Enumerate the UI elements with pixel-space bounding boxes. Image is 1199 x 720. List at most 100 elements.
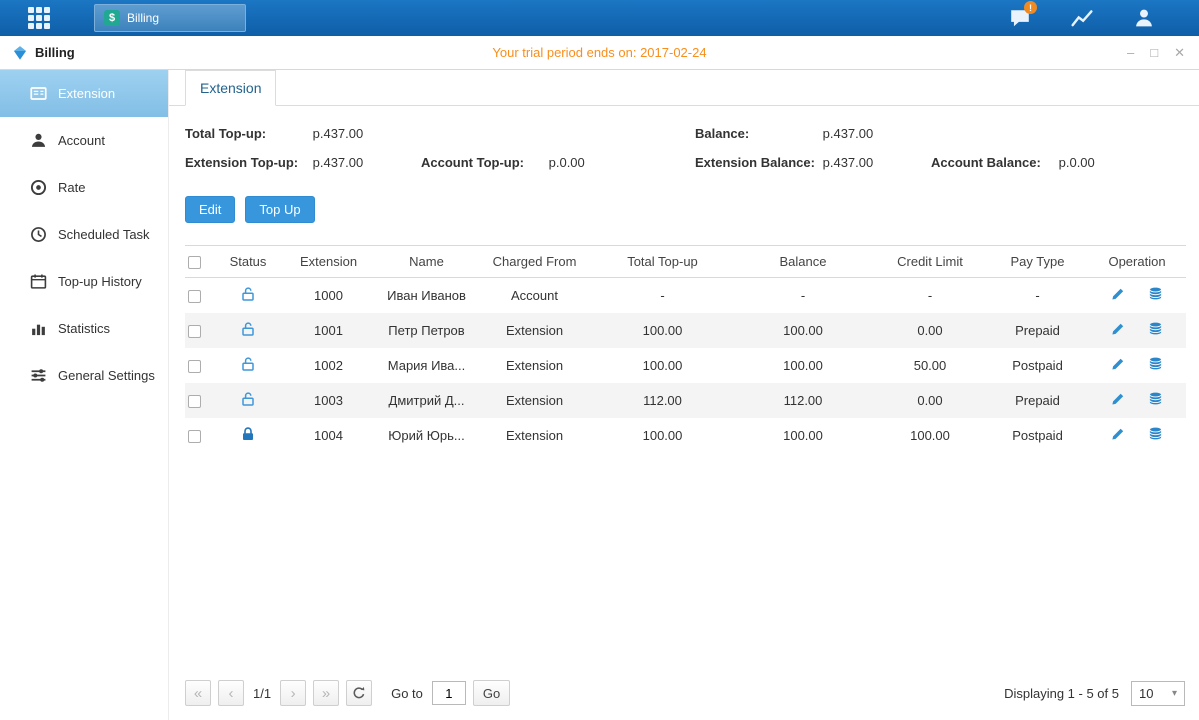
sidebar-item-general-settings[interactable]: General Settings — [0, 352, 168, 399]
summary-account-balance: Account Balance: p.0.00 — [931, 155, 1185, 170]
minimize-icon[interactable]: – — [1127, 46, 1134, 59]
topbar-right-icons: ! — [1007, 6, 1157, 30]
edit-icon[interactable] — [1110, 286, 1126, 302]
topup-icon[interactable] — [1148, 356, 1164, 372]
topbar-billing-tab-label: Billing — [127, 11, 159, 25]
summary-value: p.437.00 — [313, 155, 364, 170]
summary-label: Total Top-up: — [185, 126, 309, 141]
cell-extension: 1004 — [281, 418, 376, 453]
summary-value: p.437.00 — [823, 126, 874, 141]
row-checkbox[interactable] — [188, 325, 201, 338]
table-row: 1003 Дмитрий Д... Extension 112.00 112.0… — [185, 383, 1186, 418]
cell-pay-type: - — [987, 278, 1088, 313]
column-header-name: Name — [376, 246, 477, 278]
page-size-select[interactable]: 10 ▾ — [1131, 681, 1185, 706]
goto-label: Go to — [391, 686, 423, 701]
edit-button[interactable]: Edit — [185, 196, 235, 223]
unlocked-icon — [240, 321, 256, 337]
sidebar-item-account[interactable]: Account — [0, 117, 168, 164]
sliders-icon — [30, 367, 47, 384]
select-all-checkbox[interactable] — [188, 256, 201, 269]
maximize-icon[interactable]: □ — [1150, 46, 1158, 59]
sidebar-item-label: Statistics — [58, 321, 110, 336]
tab-extension[interactable]: Extension — [185, 70, 276, 106]
messages-icon[interactable]: ! — [1007, 6, 1033, 30]
edit-icon[interactable] — [1110, 321, 1126, 337]
bar-chart-icon — [30, 320, 47, 337]
table-row: 1000 Иван Иванов Account - - - - — [185, 278, 1186, 313]
pagination-bar: « ‹ 1/1 › » Go to Go Displaying 1 - 5 of… — [185, 680, 1185, 706]
app-launcher-icon[interactable] — [28, 7, 50, 29]
column-header-charged-from: Charged From — [477, 246, 592, 278]
close-icon[interactable]: ✕ — [1174, 46, 1185, 59]
top-up-button[interactable]: Top Up — [245, 196, 314, 223]
cell-balance: 100.00 — [733, 348, 873, 383]
cell-name: Юрий Юрь... — [376, 418, 477, 453]
go-button[interactable]: Go — [473, 680, 510, 706]
sidebar-item-label: Extension — [58, 86, 115, 101]
refresh-icon — [352, 686, 366, 700]
table-row: 1002 Мария Ива... Extension 100.00 100.0… — [185, 348, 1186, 383]
cell-credit-limit: - — [873, 278, 987, 313]
user-icon[interactable] — [1131, 6, 1157, 30]
sidebar-item-extension[interactable]: Extension — [0, 70, 168, 117]
next-page-button[interactable]: › — [280, 680, 306, 706]
cell-extension: 1003 — [281, 383, 376, 418]
cell-charged-from: Account — [477, 278, 592, 313]
displaying-text: Displaying 1 - 5 of 5 — [1004, 686, 1119, 701]
summary-extension-balance: Extension Balance: p.437.00 — [695, 155, 931, 170]
topup-icon[interactable] — [1148, 321, 1164, 337]
summary-balance: Balance: p.437.00 — [695, 126, 931, 141]
sidebar-item-scheduled-task[interactable]: Scheduled Task — [0, 211, 168, 258]
sidebar: Extension Account Rate Scheduled Task To… — [0, 70, 168, 720]
trial-notice: Your trial period ends on: 2017-02-24 — [0, 45, 1199, 60]
cell-extension: 1001 — [281, 313, 376, 348]
summary-extension-topup: Extension Top-up: p.437.00 — [185, 155, 421, 170]
tab-strip: Extension — [169, 70, 1199, 106]
column-header-extension: Extension — [281, 246, 376, 278]
summary-value: p.437.00 — [823, 155, 874, 170]
reports-icon[interactable] — [1069, 6, 1095, 30]
window-titlebar: Billing Your trial period ends on: 2017-… — [0, 36, 1199, 70]
goto-page-input[interactable] — [432, 681, 466, 705]
cell-pay-type: Prepaid — [987, 383, 1088, 418]
topup-icon[interactable] — [1148, 426, 1164, 442]
sidebar-item-rate[interactable]: Rate — [0, 164, 168, 211]
calendar-icon — [30, 273, 47, 290]
summary-value: p.0.00 — [549, 155, 585, 170]
summary-label: Account Top-up: — [421, 155, 545, 170]
first-page-button[interactable]: « — [185, 680, 211, 706]
summary-value: p.437.00 — [313, 126, 364, 141]
sidebar-item-topup-history[interactable]: Top-up History — [0, 258, 168, 305]
summary-value: p.0.00 — [1059, 155, 1095, 170]
sidebar-item-statistics[interactable]: Statistics — [0, 305, 168, 352]
cell-charged-from: Extension — [477, 313, 592, 348]
row-checkbox[interactable] — [188, 290, 201, 303]
content-area: Total Top-up: p.437.00 Balance: p.437.00… — [169, 106, 1199, 720]
topup-icon[interactable] — [1148, 286, 1164, 302]
row-checkbox[interactable] — [188, 360, 201, 373]
row-checkbox[interactable] — [188, 430, 201, 443]
column-header-status: Status — [215, 246, 281, 278]
unlocked-icon — [240, 286, 256, 302]
edit-icon[interactable] — [1110, 356, 1126, 372]
cell-total-topup: - — [592, 278, 733, 313]
edit-icon[interactable] — [1110, 391, 1126, 407]
summary-label: Extension Balance: — [695, 155, 819, 170]
cell-pay-type: Prepaid — [987, 313, 1088, 348]
edit-icon[interactable] — [1110, 426, 1126, 442]
prev-page-button[interactable]: ‹ — [218, 680, 244, 706]
last-page-button[interactable]: » — [313, 680, 339, 706]
column-header-total-topup: Total Top-up — [592, 246, 733, 278]
table-row: 1001 Петр Петров Extension 100.00 100.00… — [185, 313, 1186, 348]
page-indicator: 1/1 — [253, 686, 271, 701]
locked-icon — [240, 426, 256, 442]
topbar-billing-tab[interactable]: $ Billing — [94, 4, 246, 32]
cell-total-topup: 112.00 — [592, 383, 733, 418]
cell-credit-limit: 0.00 — [873, 383, 987, 418]
refresh-button[interactable] — [346, 680, 372, 706]
row-checkbox[interactable] — [188, 395, 201, 408]
cell-charged-from: Extension — [477, 418, 592, 453]
cell-pay-type: Postpaid — [987, 348, 1088, 383]
topup-icon[interactable] — [1148, 391, 1164, 407]
